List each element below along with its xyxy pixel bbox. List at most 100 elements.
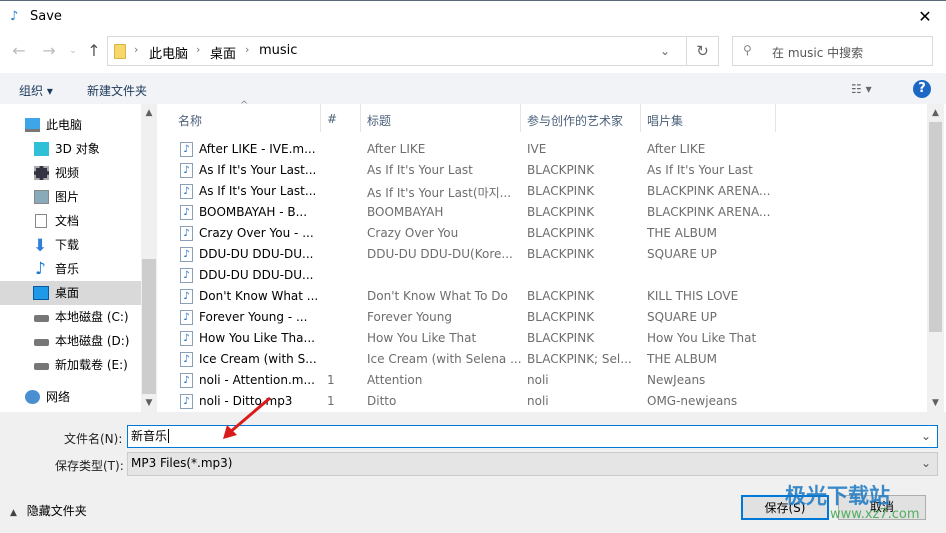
- file-row[interactable]: ♪ Crazy Over You - ... Crazy Over You BL…: [160, 223, 927, 244]
- file-artist: noli: [527, 373, 549, 387]
- file-row[interactable]: ♪ DDU-DU DDU-DU... DDU-DU DDU-DU(Kore...…: [160, 244, 927, 265]
- file-artist: BLACKPINK: [527, 289, 595, 303]
- chevron-right-icon: ›: [196, 43, 201, 56]
- view-options-icon[interactable]: ☷ ▾: [851, 82, 872, 96]
- file-artist: BLACKPINK: [527, 310, 595, 324]
- sidebar-item-pictures[interactable]: 图片: [0, 185, 141, 209]
- scrollbar-thumb[interactable]: [142, 259, 156, 394]
- sidebar-item-3d[interactable]: 3D 对象: [0, 137, 141, 161]
- sidebar-item-desktop[interactable]: 桌面: [0, 281, 141, 305]
- column-header-name[interactable]: 名称: [178, 112, 202, 129]
- music-icon: ♪: [35, 259, 46, 279]
- sidebar-item-network[interactable]: 网络: [0, 385, 141, 409]
- sidebar-item-label: 文档: [55, 214, 80, 228]
- scrollbar-thumb[interactable]: [929, 122, 942, 332]
- video-icon: [34, 166, 49, 180]
- breadcrumb-music[interactable]: music: [259, 43, 297, 58]
- file-artist: BLACKPINK: [527, 247, 595, 261]
- sidebar-item-drive-d[interactable]: 本地磁盘 (D:): [0, 329, 141, 353]
- sidebar-item-drive-e[interactable]: 新加载卷 (E:): [0, 353, 141, 377]
- file-row[interactable]: ♪ How You Like Tha... How You Like That …: [160, 328, 927, 349]
- file-list-scrollbar[interactable]: ▲ ▼: [927, 104, 944, 412]
- column-header-album[interactable]: 唱片集: [647, 112, 683, 129]
- file-title: Ice Cream (with Selena ...: [367, 352, 522, 366]
- column-divider[interactable]: [640, 104, 641, 132]
- scroll-down-icon[interactable]: ▼: [141, 398, 157, 408]
- file-row[interactable]: ♪ As If It's Your Last... As If It's You…: [160, 181, 927, 202]
- file-album: SQUARE UP: [647, 247, 717, 261]
- file-row[interactable]: ♪ Forever Young - ... Forever Young BLAC…: [160, 307, 927, 328]
- file-row[interactable]: ♪ As If It's Your Last... As If It's You…: [160, 160, 927, 181]
- column-header-artist[interactable]: 参与创作的艺术家: [527, 112, 623, 129]
- search-input[interactable]: ⚲ 在 music 中搜索: [732, 36, 933, 66]
- file-row[interactable]: ♪ BOOMBAYAH - B... BOOMBAYAH BLACKPINK B…: [160, 202, 927, 223]
- audio-file-icon: ♪: [180, 226, 193, 241]
- up-icon[interactable]: ↑: [83, 40, 105, 62]
- drive-icon: [34, 339, 49, 346]
- file-row[interactable]: ♪ Ice Cream (with S... Ice Cream (with S…: [160, 349, 927, 370]
- audio-file-icon: ♪: [180, 331, 193, 346]
- audio-file-icon: ♪: [180, 352, 193, 367]
- chevron-down-icon[interactable]: ⌄: [660, 44, 670, 58]
- audio-file-icon: ♪: [180, 184, 193, 199]
- column-divider[interactable]: [320, 104, 321, 132]
- file-album: THE ALBUM: [647, 352, 718, 366]
- file-row[interactable]: ♪ After LIKE - IVE.m... After LIKE IVE A…: [160, 139, 927, 160]
- window-title: Save: [30, 9, 62, 24]
- chevron-down-icon[interactable]: ⌄: [921, 426, 931, 447]
- file-album: KILL THIS LOVE: [647, 289, 739, 303]
- column-divider[interactable]: [520, 104, 521, 132]
- document-icon: [35, 214, 47, 228]
- sidebar-item-videos[interactable]: 视频: [0, 161, 141, 185]
- audio-file-icon: ♪: [180, 163, 193, 178]
- sidebar-scrollbar[interactable]: ▲ ▼: [141, 104, 157, 412]
- download-icon: ⬇: [33, 236, 48, 256]
- sidebar-item-label: 图片: [55, 190, 80, 204]
- scroll-up-icon[interactable]: ▲: [927, 108, 944, 118]
- scroll-down-icon[interactable]: ▼: [927, 398, 944, 408]
- file-type-select[interactable]: MP3 Files(*.mp3) ⌄: [127, 452, 938, 476]
- file-name: As If It's Your Last...: [199, 184, 317, 198]
- file-album: BLACKPINK ARENA...: [647, 184, 771, 198]
- file-name: DDU-DU DDU-DU...: [199, 247, 314, 261]
- file-title: Forever Young: [367, 310, 453, 324]
- refresh-button[interactable]: ↻: [687, 36, 719, 66]
- file-artist: BLACKPINK: [527, 205, 595, 219]
- file-name: As If It's Your Last...: [199, 163, 317, 177]
- chevron-down-icon[interactable]: ⌄: [921, 453, 931, 474]
- hide-folders-toggle[interactable]: ▲ 隐藏文件夹: [10, 502, 87, 519]
- file-list: ^ 名称 # 标题 参与创作的艺术家 唱片集 ♪ After LIKE - IV…: [160, 100, 927, 412]
- breadcrumb-computer[interactable]: 此电脑: [149, 43, 188, 62]
- audio-file-icon: ♪: [180, 247, 193, 262]
- forward-icon[interactable]: →: [38, 40, 60, 62]
- file-row[interactable]: ♪ DDU-DU DDU-DU...: [160, 265, 927, 286]
- file-album: NewJeans: [647, 373, 706, 387]
- address-bar[interactable]: › 此电脑 › 桌面 › music ⌄: [107, 36, 687, 66]
- file-name: DDU-DU DDU-DU...: [199, 268, 314, 282]
- file-row[interactable]: ♪ Don't Know What ... Don't Know What To…: [160, 286, 927, 307]
- file-title: As If It's Your Last: [367, 163, 473, 177]
- back-icon[interactable]: ←: [8, 40, 30, 62]
- recent-dropdown-icon[interactable]: ⌄: [62, 40, 84, 62]
- close-button[interactable]: ✕: [910, 5, 940, 29]
- scroll-up-icon[interactable]: ▲: [141, 108, 157, 118]
- file-artist: BLACKPINK: [527, 163, 595, 177]
- column-divider[interactable]: [360, 104, 361, 132]
- sidebar-item-this-pc[interactable]: 此电脑: [0, 113, 141, 137]
- file-row[interactable]: ♪ noli - Ditto.mp3 1 Ditto noli OMG-newj…: [160, 391, 927, 412]
- sidebar-item-drive-c[interactable]: 本地磁盘 (C:): [0, 305, 141, 329]
- column-header-title[interactable]: 标题: [367, 112, 391, 129]
- sidebar-item-documents[interactable]: 文档: [0, 209, 141, 233]
- sidebar-item-music[interactable]: ♪ 音乐: [0, 257, 141, 281]
- new-folder-button[interactable]: 新建文件夹: [87, 82, 147, 99]
- sidebar-item-downloads[interactable]: ⬇ 下载: [0, 233, 141, 257]
- breadcrumb-desktop[interactable]: 桌面: [210, 43, 236, 62]
- organize-button[interactable]: 组织 ▾: [19, 82, 53, 99]
- save-form: 文件名(N): 新音乐 ⌄ 保存类型(T): MP3 Files(*.mp3) …: [0, 412, 946, 533]
- help-button[interactable]: ?: [913, 80, 931, 98]
- column-header-number[interactable]: #: [327, 112, 337, 126]
- column-divider[interactable]: [775, 104, 776, 132]
- file-row[interactable]: ♪ noli - Attention.m... 1 Attention noli…: [160, 370, 927, 391]
- sidebar-item-label: 此电脑: [46, 118, 83, 132]
- audio-file-icon: ♪: [180, 268, 193, 283]
